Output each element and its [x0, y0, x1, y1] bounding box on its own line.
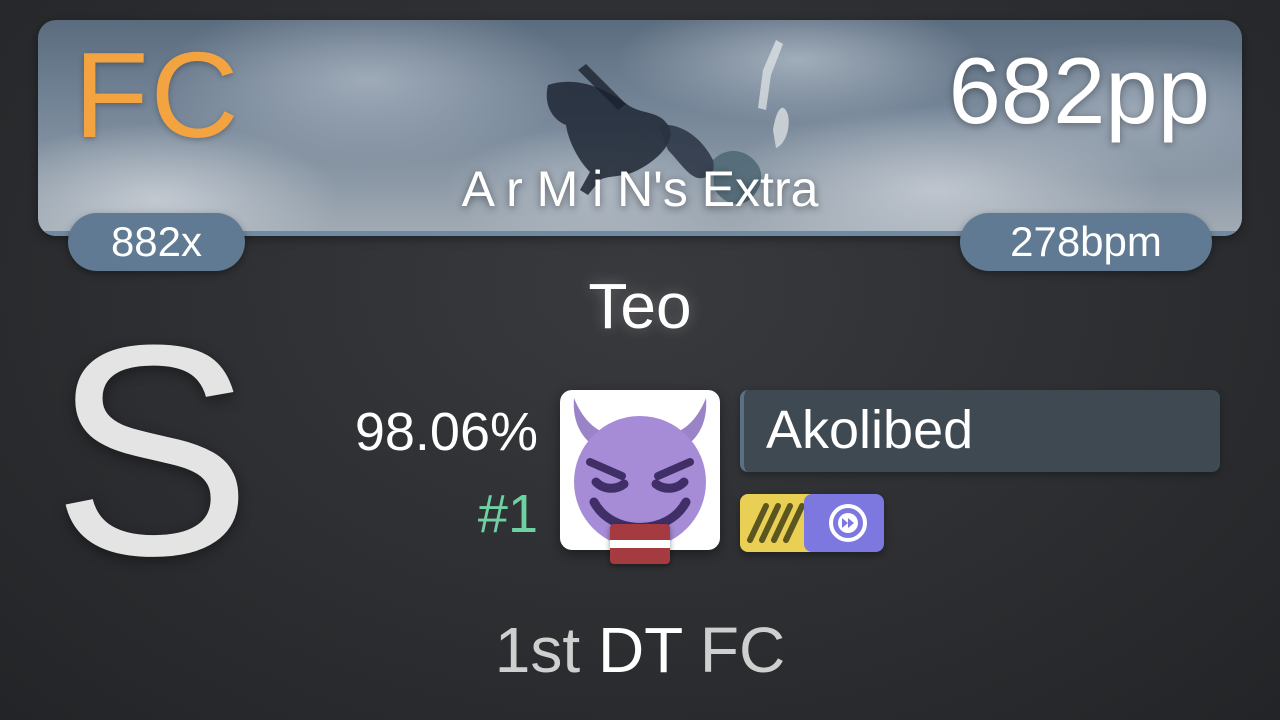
- summary-fc: FC: [699, 614, 786, 686]
- pp-value: 682pp: [948, 38, 1210, 143]
- fc-label: FC: [74, 27, 241, 163]
- map-title: A r M i N's Extra: [461, 161, 819, 217]
- player-name: Akolibed: [766, 400, 974, 460]
- summary-placement: 1st: [494, 614, 581, 686]
- accuracy-value: 98.06%: [354, 402, 538, 462]
- score-card: FC 682pp A r M i N's Extra 882x 278bpm T…: [0, 0, 1280, 720]
- play-summary: 1st DT FC: [0, 612, 1280, 688]
- rank-value: #1: [477, 484, 538, 544]
- combo-pill: 882x: [68, 213, 245, 271]
- mods-badge: [740, 494, 884, 552]
- summary-mods: DT: [597, 614, 683, 686]
- player-box: Akolibed: [740, 390, 1220, 472]
- latvia-flag-icon: [610, 524, 670, 564]
- bpm-pill: 278bpm: [960, 213, 1212, 271]
- double-time-mod-icon: [804, 494, 884, 552]
- grade-letter: S: [52, 282, 253, 618]
